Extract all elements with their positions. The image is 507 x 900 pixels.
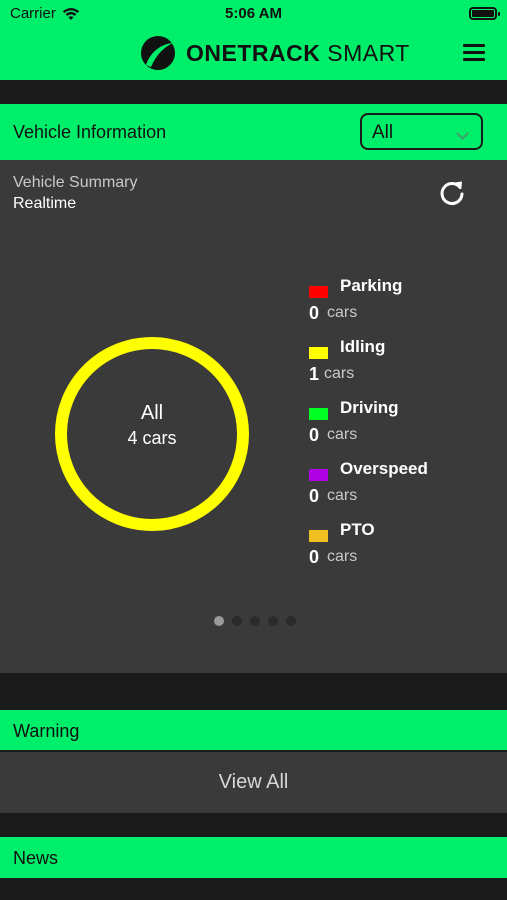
vehicle-information-bar: Vehicle Information All <box>0 104 507 160</box>
brand-name: ONETRACK SMART <box>186 40 410 67</box>
vehicle-summary-title: Vehicle Summary <box>13 174 138 191</box>
legend-count: 0 <box>309 303 320 323</box>
warning-bar: Warning <box>0 710 507 750</box>
donut-total: 4 cars <box>127 428 177 448</box>
vehicle-filter-select[interactable]: All <box>360 113 483 150</box>
status-bar: Carrier 5:06 AM <box>0 0 507 28</box>
battery-icon <box>469 7 500 20</box>
legend-name: Parking <box>340 276 403 295</box>
legend-name: Driving <box>340 398 399 417</box>
donut-label: All <box>140 402 164 424</box>
page-dot-1[interactable] <box>214 616 224 626</box>
news-bar: News <box>0 837 507 878</box>
legend-unit: cars <box>324 365 355 382</box>
legend-swatch <box>309 408 328 420</box>
legend-swatch <box>309 530 328 542</box>
news-title: News <box>13 848 59 868</box>
vehicle-summary-subtitle: Realtime <box>13 195 77 212</box>
refresh-icon[interactable] <box>437 177 467 207</box>
legend-unit: cars <box>327 548 358 565</box>
legend-swatch <box>309 469 328 481</box>
legend-item-idling: Idling 1 cars <box>309 337 499 398</box>
page-dot-2[interactable] <box>232 616 242 626</box>
onetrack-logo-icon <box>141 36 175 70</box>
hamburger-menu-icon[interactable] <box>463 44 487 64</box>
view-all-button[interactable]: View All <box>0 752 507 813</box>
chevron-down-icon <box>456 127 469 140</box>
page-dot-4[interactable] <box>268 616 278 626</box>
legend-name: Overspeed <box>340 459 428 478</box>
legend-item-parking: Parking 0 cars <box>309 276 499 337</box>
warning-title: Warning <box>13 721 80 741</box>
legend-count: 0 <box>309 547 320 567</box>
legend-unit: cars <box>327 426 358 443</box>
legend-count: 0 <box>309 425 320 445</box>
legend-name: PTO <box>340 520 375 539</box>
clock: 5:06 AM <box>225 5 282 22</box>
vehicle-summary-panel: Vehicle Summary Realtime All 4 cars Park… <box>0 160 507 673</box>
legend-unit: cars <box>327 487 358 504</box>
legend-item-overspeed: Overspeed 0 cars <box>309 459 499 520</box>
status-donut-chart: All 4 cars <box>54 336 250 532</box>
page-dot-3[interactable] <box>250 616 260 626</box>
legend-count: 0 <box>309 486 320 506</box>
app-header: ONETRACK SMART <box>0 28 507 80</box>
legend-count: 1 <box>309 364 320 384</box>
vehicle-filter-value: All <box>372 122 394 143</box>
legend-swatch <box>309 347 328 359</box>
brand: ONETRACK SMART <box>140 34 410 72</box>
page-dot-5[interactable] <box>286 616 296 626</box>
brand-name-bold: ONETRACK <box>186 39 321 66</box>
page-indicator <box>214 616 296 626</box>
status-legend: Parking 0 cars Idling 1 cars Driving 0 c… <box>309 276 499 581</box>
legend-item-driving: Driving 0 cars <box>309 398 499 459</box>
legend-name: Idling <box>340 337 386 356</box>
legend-item-pto: PTO 0 cars <box>309 520 499 581</box>
legend-unit: cars <box>327 304 358 321</box>
legend-swatch <box>309 286 328 298</box>
vehicle-information-title: Vehicle Information <box>13 122 167 142</box>
brand-name-light: SMART <box>320 39 410 66</box>
